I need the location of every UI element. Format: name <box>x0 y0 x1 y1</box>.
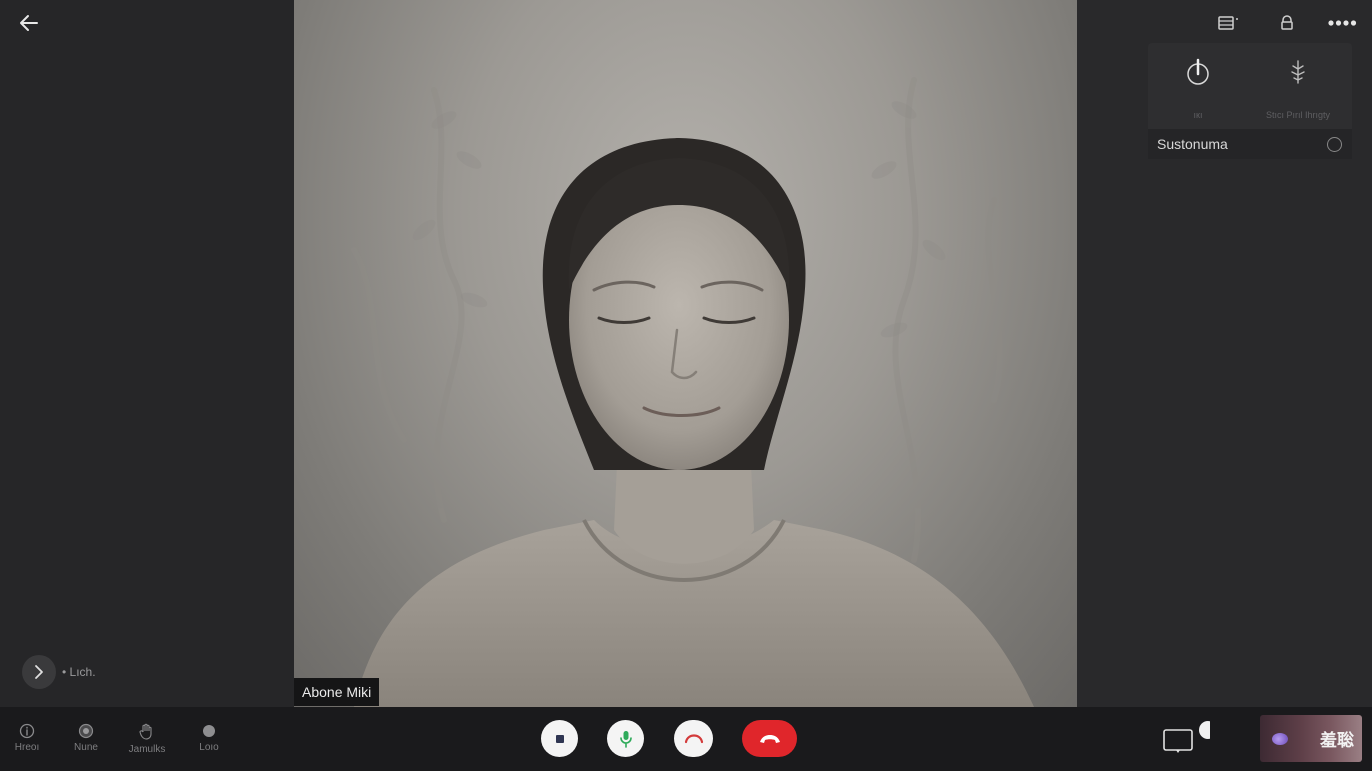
circle-icon <box>203 725 215 737</box>
call-toolbar: Hreoı Nune Jamulks Loıo 羞聡 <box>0 707 1372 771</box>
screen-share-button[interactable] <box>1162 721 1217 757</box>
self-view-thumbnail[interactable]: 羞聡 <box>1260 715 1362 762</box>
info-icon <box>19 723 35 739</box>
touch-icon <box>1187 58 1209 85</box>
camera-lens-icon <box>78 723 94 739</box>
layout-button[interactable] <box>1214 10 1244 36</box>
options-popover: ıкı Stıcı Pırıl Ihrıgty Sustonuma <box>1148 43 1352 159</box>
hand-icon <box>139 723 152 740</box>
lock-icon <box>1281 15 1293 30</box>
popover-option-touch[interactable]: ıкı <box>1148 43 1248 127</box>
microphone-button[interactable] <box>607 720 644 757</box>
back-button[interactable] <box>14 8 44 38</box>
toolbar-item-camera[interactable]: Nune <box>61 723 111 753</box>
toolbar-item-label: Jamulks <box>128 744 166 755</box>
left-panel <box>0 0 294 707</box>
stop-icon <box>555 734 564 743</box>
mic-icon <box>619 730 632 748</box>
thumbnail-label: 羞聡 <box>1320 731 1354 750</box>
popover-toggle-row[interactable]: Sustonuma <box>1148 129 1352 159</box>
expand-circle <box>22 655 56 689</box>
arrow-left-icon <box>20 15 38 31</box>
popover-option-label: Stıcı Pırıl Ihrıgty <box>1265 110 1330 120</box>
popover-row-label: Sustonuma <box>1157 136 1228 152</box>
screen-share-icon <box>1163 721 1217 753</box>
more-icon <box>1328 20 1357 26</box>
toolbar-item-info[interactable]: Hreoı <box>2 723 52 753</box>
layout-icon <box>1218 16 1238 30</box>
toolbar-item-label: Hreoı <box>14 742 40 753</box>
self-view-dot <box>1272 732 1288 745</box>
toolbar-item-hand[interactable]: Jamulks <box>122 723 172 755</box>
toolbar-item-label: Nune <box>74 742 98 753</box>
popover-option-label: ıкı <box>1193 110 1203 120</box>
more-options-button[interactable] <box>1324 10 1360 36</box>
expand-panel-button[interactable]: • Lıch. <box>22 655 96 689</box>
lock-button[interactable] <box>1274 10 1300 36</box>
participant-video-image <box>351 77 1034 707</box>
toolbar-item-record[interactable]: Loıo <box>184 723 234 753</box>
expand-label: • Lıch. <box>62 665 96 679</box>
video-feed <box>294 0 1077 707</box>
chevron-right-icon <box>35 665 43 679</box>
hold-call-button[interactable] <box>674 720 713 757</box>
radio-button[interactable] <box>1327 137 1342 152</box>
participant-name-tag: Abone Miki <box>294 678 380 706</box>
end-call-icon <box>759 734 780 743</box>
end-call-button[interactable] <box>742 720 797 757</box>
popover-option-tree[interactable]: Stıcı Pırıl Ihrıgty <box>1248 43 1348 127</box>
participant-name: Abone Miki <box>302 684 372 700</box>
stop-video-button[interactable] <box>541 720 578 757</box>
tree-icon <box>1291 60 1305 84</box>
hang-up-icon <box>684 733 703 743</box>
toolbar-item-label: Loıo <box>199 742 219 753</box>
